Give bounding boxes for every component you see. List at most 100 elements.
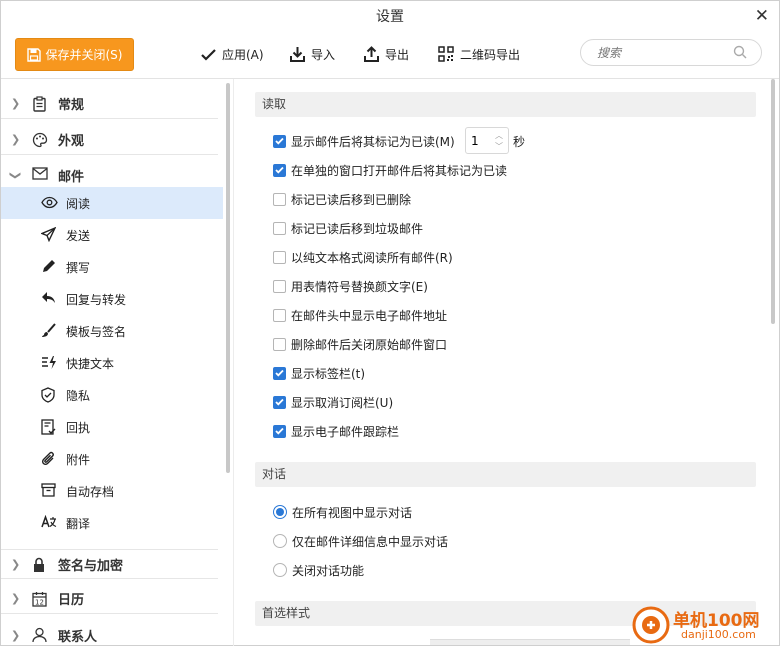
sidebar-group-label: 邮件	[58, 169, 85, 185]
option-show-unsubscribe-bar[interactable]: 显示取消订阅栏(U)	[273, 391, 393, 413]
paperclip-icon	[41, 451, 54, 466]
export-button[interactable]: 导出	[364, 43, 409, 65]
checkbox[interactable]	[273, 134, 286, 148]
option-move-to-deleted[interactable]: 标记已读后移到已删除	[273, 188, 411, 210]
chevron-down-icon: ❯	[9, 170, 23, 180]
sidebar-group-contacts[interactable]: ❯ 联系人	[1, 620, 218, 646]
sidebar-item-label: 撰写	[66, 260, 91, 275]
apply-button[interactable]: 应用(A)	[201, 43, 264, 65]
watermark-icon	[632, 606, 670, 644]
search-input[interactable]	[597, 44, 727, 62]
option-close-after-delete[interactable]: 删除邮件后关闭原始邮件窗口	[273, 333, 447, 355]
sidebar-item-reading[interactable]: 阅读	[1, 187, 223, 219]
option-move-to-junk[interactable]: 标记已读后移到垃圾邮件	[273, 217, 423, 239]
checkbox[interactable]	[273, 395, 286, 409]
sidebar-item-compose[interactable]: 撰写	[1, 251, 223, 283]
checkbox[interactable]	[273, 192, 286, 206]
seconds-input[interactable]	[471, 133, 491, 149]
option-label: 在所有视图中显示对话	[292, 505, 413, 520]
option-conversation-details-only[interactable]: 仅在邮件详细信息中显示对话	[273, 530, 448, 552]
radio-button[interactable]	[273, 534, 287, 548]
option-label: 显示取消订阅栏(U)	[291, 395, 394, 410]
sidebar-item-attachments[interactable]: 附件	[1, 443, 223, 475]
sidebar-item-quicktext[interactable]: 快捷文本	[1, 347, 223, 379]
option-label: 显示电子邮件跟踪栏	[291, 424, 400, 439]
sidebar-item-send[interactable]: 发送	[1, 219, 223, 251]
option-label: 用表情符号替换颜文字(E)	[291, 279, 428, 294]
content-scrollbar[interactable]	[771, 79, 775, 324]
checkbox[interactable]	[273, 366, 286, 380]
sidebar-item-receipt[interactable]: 回执	[1, 411, 223, 443]
sidebar-item-label: 回复与转发	[66, 292, 127, 307]
checkbox[interactable]	[273, 250, 286, 264]
close-icon[interactable]: ✕	[755, 5, 769, 27]
translate-icon	[41, 515, 57, 528]
checkbox[interactable]	[273, 424, 286, 438]
option-replace-emoticons[interactable]: 用表情符号替换颜文字(E)	[273, 275, 428, 297]
option-mark-read-separate-window[interactable]: 在单独的窗口打开邮件后将其标记为已读	[273, 159, 507, 181]
window-title: 设置	[376, 9, 404, 25]
sidebar-group-calendar[interactable]: ❯ 12 日历	[1, 584, 218, 614]
sidebar-item-label: 发送	[66, 228, 91, 243]
import-icon	[290, 47, 305, 62]
section-header-conversation: 对话	[255, 462, 756, 487]
search-box[interactable]	[580, 39, 762, 66]
sidebar-scrollbar[interactable]	[226, 83, 230, 473]
option-show-tag-bar[interactable]: 显示标签栏(t)	[273, 362, 365, 384]
sidebar-item-label: 回执	[66, 420, 91, 435]
save-icon	[26, 47, 41, 62]
checkbox[interactable]	[273, 163, 286, 177]
sidebar-item-reply-forward[interactable]: 回复与转发	[1, 283, 223, 315]
sidebar-item-autoarchive[interactable]: 自动存档	[1, 475, 223, 507]
checkbox[interactable]	[273, 221, 286, 235]
option-label: 在邮件头中显示电子邮件地址	[291, 308, 448, 323]
sidebar-group-mail[interactable]: ❯ 邮件	[1, 160, 218, 190]
option-conversation-all-views[interactable]: 在所有视图中显示对话	[273, 501, 412, 523]
horizontal-scrollbar[interactable]	[430, 639, 630, 645]
settings-content: 读取 显示邮件后将其标记为已读(M) ︿ ﹀ 秒 在单独的窗口打开邮件后将其标记…	[241, 79, 771, 646]
checkbox[interactable]	[273, 337, 286, 351]
checkbox[interactable]	[273, 308, 286, 322]
mark-read-seconds-stepper[interactable]: ︿ ﹀	[465, 127, 509, 154]
settings-window: 设置 ✕ 保存并关闭(S) 应用(A) 导入 导出 二维码导出 搜索 ❯ 常规 …	[0, 0, 780, 646]
receipt-icon	[41, 419, 56, 435]
chevron-up-icon[interactable]: ︿	[493, 130, 505, 141]
sidebar-group-general[interactable]: ❯ 常规	[1, 89, 218, 119]
save-and-close-button[interactable]: 保存并关闭(S)	[15, 38, 134, 71]
clipboard-icon	[33, 96, 46, 112]
brush-icon	[42, 323, 56, 337]
calendar-icon: 12	[32, 592, 47, 607]
option-label: 仅在邮件详细信息中显示对话	[292, 534, 449, 549]
radio-button[interactable]	[273, 563, 287, 577]
checkmark-icon	[201, 48, 216, 61]
sidebar-group-appearance[interactable]: ❯ 外观	[1, 125, 218, 155]
search-icon[interactable]	[733, 45, 747, 59]
save-and-close-label: 保存并关闭(S)	[45, 48, 123, 62]
export-label: 导出	[385, 47, 410, 62]
chevron-down-icon[interactable]: ﹀	[493, 141, 505, 152]
option-plain-text[interactable]: 以纯文本格式阅读所有邮件(R)	[273, 246, 453, 268]
chevron-right-icon: ❯	[11, 557, 21, 571]
sidebar-group-signing[interactable]: ❯ 签名与加密	[1, 549, 218, 579]
sidebar-item-templates[interactable]: 模板与签名	[1, 315, 223, 347]
sidebar-item-privacy[interactable]: 隐私	[1, 379, 223, 411]
qr-code-icon	[438, 46, 454, 62]
checkmark-icon	[275, 398, 284, 406]
toolbar: 保存并关闭(S) 应用(A) 导入 导出 二维码导出	[1, 33, 779, 77]
option-label: 关闭对话功能	[292, 563, 365, 578]
pen-icon	[43, 260, 55, 272]
option-show-tracking-bar[interactable]: 显示电子邮件跟踪栏	[273, 420, 399, 442]
reply-icon	[42, 292, 55, 303]
option-conversation-off[interactable]: 关闭对话功能	[273, 559, 364, 581]
palette-icon	[32, 132, 48, 148]
option-show-email-address[interactable]: 在邮件头中显示电子邮件地址	[273, 304, 447, 326]
qr-export-button[interactable]: 二维码导出	[438, 43, 520, 65]
checkbox[interactable]	[273, 279, 286, 293]
import-button[interactable]: 导入	[290, 43, 335, 65]
envelope-icon	[32, 167, 48, 180]
eye-icon	[41, 196, 58, 209]
sidebar-item-translate[interactable]: 翻译	[1, 507, 223, 539]
option-label: 显示标签栏(t)	[291, 366, 366, 381]
radio-button[interactable]	[273, 505, 287, 519]
option-mark-read-on-display[interactable]: 显示邮件后将其标记为已读(M)	[273, 130, 455, 152]
